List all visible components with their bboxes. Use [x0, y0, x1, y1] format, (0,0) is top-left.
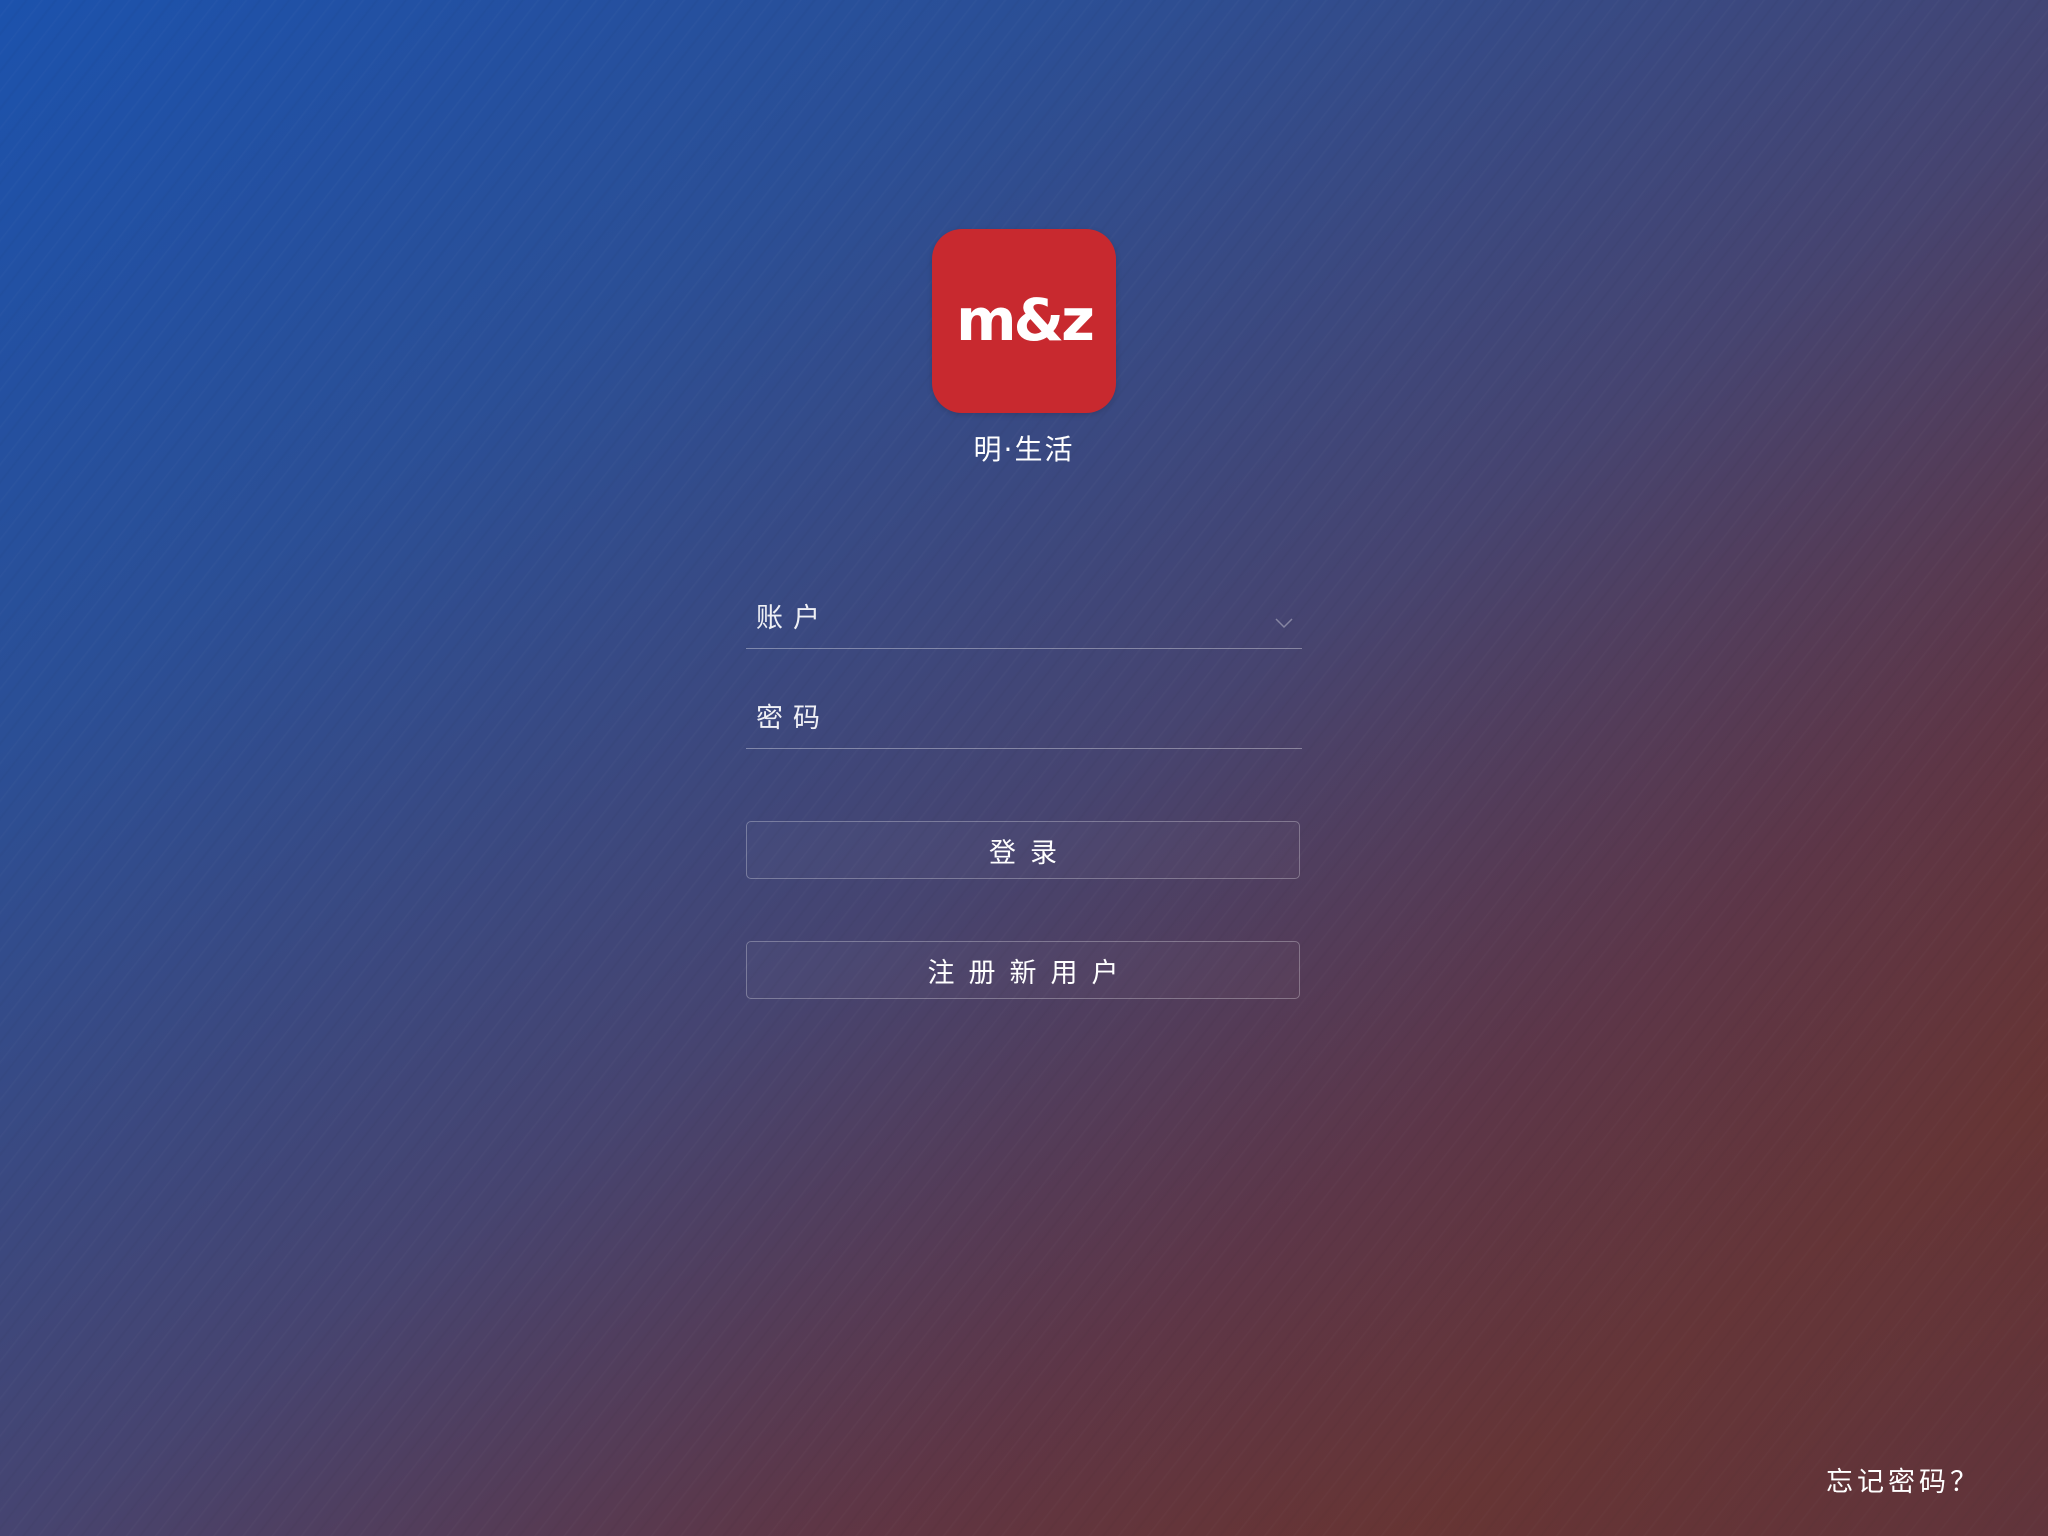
- password-field[interactable]: [746, 694, 1302, 749]
- password-input[interactable]: [756, 694, 1256, 742]
- forgot-password-link[interactable]: 忘记密码？: [1826, 1460, 2026, 1499]
- login-button[interactable]: 登录: [746, 821, 1300, 879]
- svg-text:m&z: m&z: [956, 286, 1092, 354]
- account-input[interactable]: [756, 594, 1256, 642]
- account-field[interactable]: [746, 594, 1302, 649]
- register-button[interactable]: 注册新用户: [746, 941, 1300, 999]
- app-name: 明·生活: [973, 433, 1075, 466]
- app-logo: m&z: [932, 229, 1116, 413]
- chevron-down-icon[interactable]: [1274, 616, 1294, 630]
- logo-mark: m&z: [956, 286, 1095, 354]
